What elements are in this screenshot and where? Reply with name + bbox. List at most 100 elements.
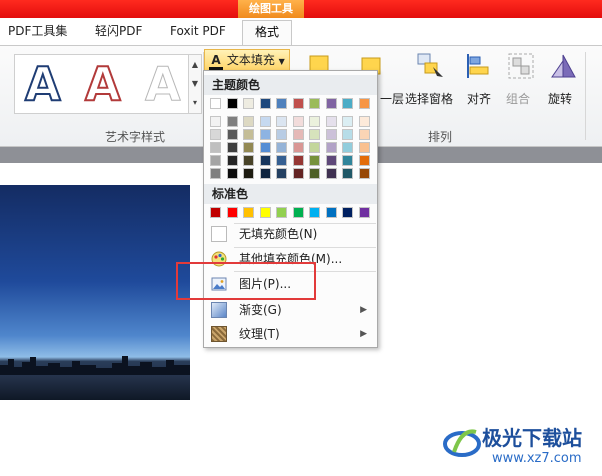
theme-shade-swatch[interactable] bbox=[243, 116, 254, 127]
theme-shade-swatch[interactable] bbox=[358, 168, 370, 179]
theme-shade-swatch[interactable] bbox=[358, 116, 370, 127]
theme-shade-swatch[interactable] bbox=[259, 142, 271, 153]
standard-color-swatch[interactable] bbox=[342, 207, 353, 218]
scroll-down-icon[interactable]: ▼ bbox=[189, 74, 201, 93]
tab-foxit-pdf[interactable]: Foxit PDF bbox=[170, 20, 226, 45]
theme-shade-swatch[interactable] bbox=[358, 155, 370, 166]
theme-shade-swatch[interactable] bbox=[309, 116, 320, 127]
watermark-title: 极光下载站 bbox=[482, 426, 582, 450]
theme-shade-swatch[interactable] bbox=[358, 129, 370, 140]
theme-shade-swatch[interactable] bbox=[259, 155, 271, 166]
theme-shade-swatch[interactable] bbox=[309, 168, 320, 179]
theme-shade-swatch[interactable] bbox=[210, 129, 221, 140]
wordart-style-white[interactable]: A bbox=[145, 57, 182, 112]
theme-shade-swatch[interactable] bbox=[309, 155, 320, 166]
wordart-style-blue[interactable]: A bbox=[24, 56, 62, 112]
tab-pdf-toolset[interactable]: PDF工具集 bbox=[8, 20, 67, 45]
theme-shade-swatch[interactable] bbox=[276, 116, 287, 127]
theme-shade-swatch[interactable] bbox=[292, 116, 304, 127]
theme-shade-swatch[interactable] bbox=[276, 129, 287, 140]
submenu-arrow-icon: ▶ bbox=[360, 329, 367, 339]
align-icon[interactable] bbox=[464, 51, 494, 81]
theme-shade-swatch[interactable] bbox=[342, 142, 353, 153]
theme-color-swatch[interactable] bbox=[292, 98, 304, 109]
wordart-gallery-scroll[interactable]: ▲ ▼ ▾ bbox=[188, 54, 202, 114]
theme-shade-swatch[interactable] bbox=[210, 116, 221, 127]
theme-shade-swatch[interactable] bbox=[243, 168, 254, 179]
theme-color-swatch[interactable] bbox=[210, 98, 221, 109]
theme-shade-swatch[interactable] bbox=[325, 129, 337, 140]
menu-item-gradient[interactable]: 渐变(G) ▶ bbox=[205, 298, 377, 322]
texture-icon bbox=[211, 326, 227, 342]
standard-color-swatch[interactable] bbox=[276, 207, 287, 218]
send-backward-label[interactable]: 一层 bbox=[380, 90, 404, 107]
theme-shade-swatch[interactable] bbox=[243, 155, 254, 166]
theme-shade-swatch[interactable] bbox=[243, 142, 254, 153]
standard-color-swatch[interactable] bbox=[358, 207, 370, 218]
selection-pane-icon[interactable] bbox=[415, 51, 445, 81]
scroll-up-icon[interactable]: ▲ bbox=[189, 55, 201, 74]
menu-item-no-fill[interactable]: 无填充颜色(N) bbox=[205, 222, 377, 246]
theme-shade-swatch[interactable] bbox=[210, 168, 221, 179]
theme-shade-swatch[interactable] bbox=[243, 129, 254, 140]
group-label[interactable]: 组合 bbox=[506, 90, 530, 107]
theme-shade-swatch[interactable] bbox=[309, 129, 320, 140]
theme-color-swatch[interactable] bbox=[342, 98, 353, 109]
theme-shade-swatch[interactable] bbox=[259, 116, 271, 127]
theme-shade-swatch[interactable] bbox=[325, 168, 337, 179]
wordart-style-red[interactable]: A bbox=[84, 56, 122, 112]
theme-shade-swatch[interactable] bbox=[292, 155, 304, 166]
theme-color-swatch[interactable] bbox=[276, 98, 287, 109]
theme-shade-swatch[interactable] bbox=[342, 116, 353, 127]
theme-shade-swatch[interactable] bbox=[342, 155, 353, 166]
theme-shade-swatch[interactable] bbox=[342, 168, 353, 179]
ribbon-tab-strip: 绘图工具 PDF工具集 轻闪PDF Foxit PDF 格式 bbox=[0, 0, 602, 45]
theme-shade-swatch[interactable] bbox=[325, 155, 337, 166]
standard-color-swatch[interactable] bbox=[292, 207, 304, 218]
theme-shade-swatch[interactable] bbox=[292, 142, 304, 153]
group-icon[interactable] bbox=[506, 51, 536, 81]
theme-shade-swatch[interactable] bbox=[276, 155, 287, 166]
theme-shade-swatch[interactable] bbox=[292, 129, 304, 140]
theme-shade-swatch[interactable] bbox=[309, 142, 320, 153]
align-label[interactable]: 对齐 bbox=[467, 90, 491, 107]
tab-format[interactable]: 格式 bbox=[242, 20, 293, 45]
theme-shade-swatch[interactable] bbox=[325, 142, 337, 153]
theme-shade-swatch[interactable] bbox=[342, 129, 353, 140]
theme-shade-swatch[interactable] bbox=[276, 168, 287, 179]
standard-color-swatch[interactable] bbox=[325, 207, 337, 218]
theme-color-swatch[interactable] bbox=[243, 98, 254, 109]
theme-color-swatch[interactable] bbox=[226, 98, 238, 109]
slide-photo-city-night[interactable] bbox=[0, 185, 190, 400]
theme-shade-swatch[interactable] bbox=[210, 142, 221, 153]
theme-color-swatch[interactable] bbox=[309, 98, 320, 109]
theme-shade-swatch[interactable] bbox=[226, 129, 238, 140]
text-fill-button[interactable]: A 文本填充 ▼ bbox=[204, 49, 290, 71]
theme-shade-swatch[interactable] bbox=[210, 155, 221, 166]
theme-shade-swatch[interactable] bbox=[226, 142, 238, 153]
theme-shade-swatch[interactable] bbox=[226, 155, 238, 166]
rotate-icon[interactable] bbox=[548, 51, 578, 81]
tab-qingshan-pdf[interactable]: 轻闪PDF bbox=[95, 20, 142, 45]
standard-color-swatch[interactable] bbox=[259, 207, 271, 218]
theme-shade-swatch[interactable] bbox=[276, 142, 287, 153]
gallery-more-icon[interactable]: ▾ bbox=[189, 93, 201, 112]
theme-shade-swatch[interactable] bbox=[259, 129, 271, 140]
theme-shade-swatch[interactable] bbox=[259, 168, 271, 179]
menu-item-texture[interactable]: 纹理(T) ▶ bbox=[205, 322, 377, 346]
selection-pane-label[interactable]: 选择窗格 bbox=[405, 90, 453, 107]
theme-shade-swatch[interactable] bbox=[226, 116, 238, 127]
standard-color-swatch[interactable] bbox=[309, 207, 320, 218]
theme-color-swatch[interactable] bbox=[325, 98, 337, 109]
water-reflection bbox=[0, 375, 190, 400]
rotate-label[interactable]: 旋转 bbox=[548, 90, 572, 107]
standard-color-swatch[interactable] bbox=[210, 207, 221, 218]
theme-shade-swatch[interactable] bbox=[358, 142, 370, 153]
theme-color-swatch[interactable] bbox=[259, 98, 271, 109]
theme-shade-swatch[interactable] bbox=[292, 168, 304, 179]
theme-shade-swatch[interactable] bbox=[325, 116, 337, 127]
standard-color-swatch[interactable] bbox=[226, 207, 238, 218]
theme-color-swatch[interactable] bbox=[358, 98, 370, 109]
theme-shade-swatch[interactable] bbox=[226, 168, 238, 179]
standard-color-swatch[interactable] bbox=[243, 207, 254, 218]
